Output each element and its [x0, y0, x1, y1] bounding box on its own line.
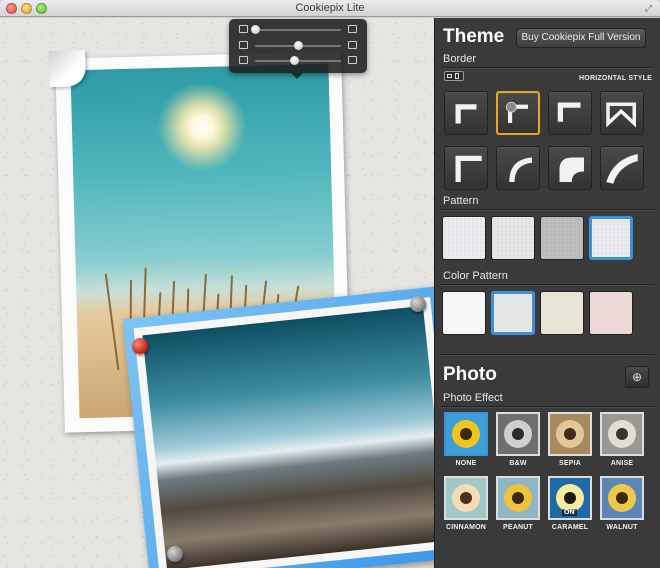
color-swatch-1[interactable] [442, 291, 486, 335]
orientation-toggle[interactable] [444, 71, 464, 81]
buy-full-version-button[interactable]: Buy Cookiepix Full Version [516, 28, 646, 48]
add-photo-icon: ⊕ [631, 370, 643, 384]
border-thin-icon [239, 41, 248, 49]
divider [441, 67, 654, 68]
size-slider-knob[interactable] [251, 25, 260, 34]
pattern-swatch-1[interactable] [442, 216, 486, 260]
effect-anise[interactable]: ANISE [600, 412, 644, 467]
border-style-6[interactable] [496, 146, 540, 190]
effect-thumbnail [444, 476, 488, 520]
portrait-icon [455, 73, 459, 79]
effect-cinnamon[interactable]: CINNAMON [444, 476, 488, 531]
divider [441, 284, 654, 285]
effect-label: B&W [509, 460, 527, 467]
effect-label: CARAMEL [551, 524, 589, 531]
gray-pin-top-right[interactable] [410, 296, 426, 312]
photo-effect-label: Photo Effect [443, 392, 503, 404]
color-swatch-3[interactable] [540, 291, 584, 335]
photo-landscape[interactable] [122, 286, 468, 568]
border-slider[interactable] [237, 41, 359, 51]
border-thick-icon [348, 41, 357, 49]
size-slider[interactable] [237, 25, 359, 35]
border-style-1[interactable] [444, 91, 488, 135]
title-bar: Cookiepix Lite ⤢ [0, 0, 660, 17]
effect-label: PEANUT [503, 524, 533, 531]
effect-label: CINNAMON [445, 524, 487, 531]
photo-canvas[interactable] [0, 18, 468, 568]
effect-peanut[interactable]: PEANUT [496, 476, 540, 531]
border-style-2-pin[interactable] [496, 91, 540, 135]
theme-title: Theme [443, 26, 505, 47]
color-swatch-2[interactable] [491, 291, 535, 335]
pattern-label: Pattern [443, 195, 479, 207]
effect-thumbnail [496, 412, 540, 456]
border-style-5[interactable] [444, 146, 488, 190]
color-swatch-4[interactable] [589, 291, 633, 335]
app-window: Cookiepix Lite ⤢ Theme Buy Cookiepix Ful… [0, 0, 660, 568]
effect-thumbnail [496, 476, 540, 520]
effect-label: WALNUT [606, 524, 638, 531]
fullscreen-icon[interactable]: ⤢ [643, 3, 654, 14]
effect-none[interactable]: NONE [444, 412, 488, 467]
effect-walnut[interactable]: WALNUT [600, 476, 644, 531]
rotate-icon [348, 56, 357, 64]
pattern-swatch-3[interactable] [540, 216, 584, 260]
border-style-3[interactable] [548, 91, 592, 135]
pattern-swatch-2[interactable] [491, 216, 535, 260]
window-title: Cookiepix Lite [295, 2, 365, 14]
horizontal-style-label: HORIZONTAL STYLE [579, 75, 652, 82]
color-pattern-label: Color Pattern [443, 270, 508, 282]
border-style-8[interactable] [600, 146, 644, 190]
size-small-icon [239, 25, 248, 33]
pattern-swatch-4[interactable] [589, 216, 633, 260]
photo-landscape-image [142, 305, 448, 568]
effect-thumbnail [600, 412, 644, 456]
effect-sepia[interactable]: SEPIA [548, 412, 592, 467]
camera-icon [239, 56, 248, 64]
theme-sidebar: Theme Buy Cookiepix Full Version Border … [434, 18, 660, 568]
effect-label: ANISE [610, 460, 634, 467]
effect-thumbnail [600, 476, 644, 520]
red-pin[interactable] [132, 338, 148, 354]
size-large-icon [348, 25, 357, 33]
photo-title: Photo [443, 364, 497, 385]
border-label: Border [443, 53, 477, 65]
add-photo-button[interactable]: ⊕ [625, 366, 649, 388]
divider [441, 209, 654, 210]
rotation-slider-knob[interactable] [289, 56, 299, 65]
border-style-4[interactable] [600, 91, 644, 135]
on-badge: ON [562, 509, 577, 516]
effect-label: NONE [455, 460, 477, 467]
effect-bw[interactable]: B&W [496, 412, 540, 467]
adjustment-popover [229, 19, 367, 79]
effect-label: SEPIA [558, 460, 581, 467]
gray-pin-bottom-left[interactable] [167, 546, 183, 562]
landscape-icon [447, 74, 452, 78]
divider [441, 354, 654, 355]
effect-thumbnail [444, 412, 488, 456]
photo-landscape-frame [133, 297, 457, 568]
effect-thumbnail [548, 412, 592, 456]
border-style-7[interactable] [548, 146, 592, 190]
rotation-slider[interactable] [237, 56, 359, 66]
effect-thumbnail: ON [548, 476, 592, 520]
divider [441, 406, 654, 407]
effect-caramel[interactable]: ON CARAMEL [548, 476, 592, 531]
border-slider-knob[interactable] [294, 41, 303, 50]
